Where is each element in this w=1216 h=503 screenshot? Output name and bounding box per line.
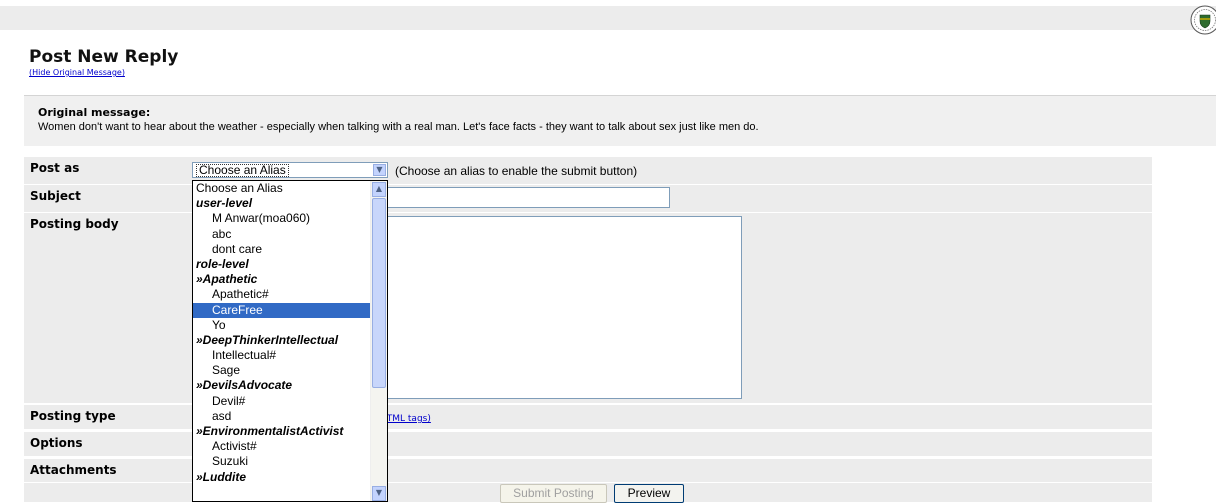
alias-group-label: role-level	[196, 256, 249, 271]
alias-options: Choose an Alias user-level M Anwar(moa060)…	[193, 181, 373, 485]
alias-option[interactable]: Apathetic#	[193, 287, 373, 302]
alias-option[interactable]: Sage	[193, 363, 373, 378]
alias-option[interactable]: Yo	[193, 318, 373, 333]
options-label: Options	[30, 436, 83, 450]
alias-option[interactable]: Activist#	[193, 439, 373, 454]
alias-group-label: »Luddite	[196, 469, 246, 484]
alias-option[interactable]: asd	[193, 409, 373, 424]
original-message-panel: Original message: Women don't want to he…	[24, 95, 1216, 146]
posting-type-label: Posting type	[30, 409, 116, 423]
alias-option[interactable]: Suzuki	[193, 454, 373, 469]
alias-option[interactable]: Choose an Alias	[193, 181, 373, 196]
page-title: Post New Reply	[29, 47, 179, 67]
scroll-down-icon[interactable]: ▼	[372, 486, 386, 501]
dropdown-scrollbar[interactable]: ▲ ▼	[370, 181, 387, 501]
alias-dropdown-list[interactable]: Choose an Alias user-level M Anwar(moa060)…	[192, 180, 388, 502]
posting-body-label: Posting body	[30, 217, 119, 231]
attachments-label: Attachments	[30, 463, 117, 477]
alias-option[interactable]: abc	[193, 227, 373, 242]
alias-option[interactable]: Devil#	[193, 394, 373, 409]
original-message-text: Women don't want to hear about the weath…	[38, 121, 759, 133]
alias-group-label: »Apathetic	[196, 272, 258, 287]
top-bar	[0, 6, 1216, 30]
scrollbar-thumb[interactable]	[372, 198, 386, 388]
preview-button[interactable]: Preview	[614, 484, 684, 503]
posting-body-textarea[interactable]	[380, 216, 742, 399]
post-as-label: Post as	[30, 161, 80, 175]
alias-group-label: »DevilsAdvocate	[196, 378, 293, 393]
original-message-label: Original message:	[38, 106, 151, 119]
alias-select[interactable]: Choose an Alias ▼	[192, 162, 388, 178]
alias-group-label: »EnvironmentalistActivist	[196, 424, 344, 438]
alias-hint: (Choose an alias to enable the submit bu…	[395, 164, 638, 178]
alias-group-label: »DeepThinkerIntellectual	[196, 332, 339, 347]
alias-select-value: Choose an Alias	[196, 164, 289, 177]
alias-option[interactable]: M Anwar(moa060)	[193, 211, 373, 226]
submit-posting-button[interactable]: Submit Posting	[500, 484, 607, 503]
university-seal-icon	[1190, 4, 1216, 36]
subject-label: Subject	[30, 189, 81, 203]
hide-original-message-link[interactable]: (Hide Original Message)	[29, 68, 125, 77]
alias-option[interactable]: dont care	[193, 242, 373, 257]
alias-option[interactable]: CareFree	[193, 302, 373, 318]
alias-option[interactable]: Intellectual#	[193, 348, 373, 363]
alias-group-label: user-level	[196, 196, 253, 211]
subject-input[interactable]	[380, 187, 670, 208]
chevron-down-icon[interactable]: ▼	[373, 164, 386, 176]
scroll-up-icon[interactable]: ▲	[372, 182, 386, 197]
